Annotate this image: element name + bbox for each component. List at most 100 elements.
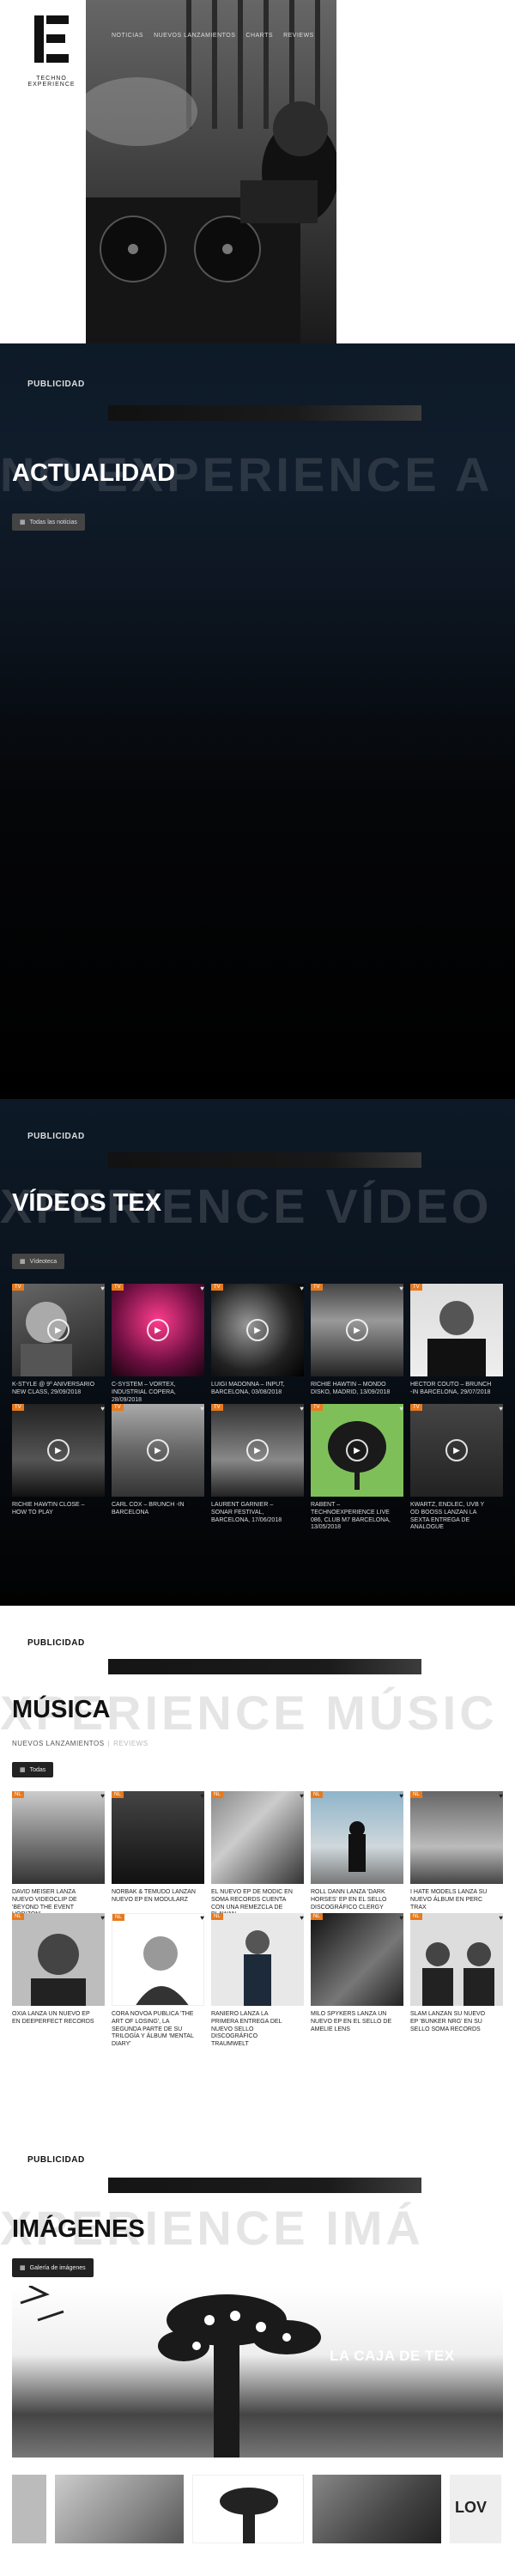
heart-icon[interactable]: ♥: [300, 1405, 304, 1413]
video-caption[interactable]: KWARTZ, ENDLEC, UVB Y OD BOOSS LANZAN LA…: [410, 1502, 503, 1532]
ad-banner[interactable]: [108, 1659, 421, 1674]
play-icon[interactable]: ▶: [147, 1319, 169, 1341]
video-caption[interactable]: LAURENT GARNIER – SONAR FESTIVAL, BARCEL…: [211, 1502, 304, 1524]
heart-icon[interactable]: ♥: [300, 1914, 304, 1922]
site-logo[interactable]: TECHNO EXPERIENCE: [26, 15, 77, 93]
release-card[interactable]: NL EL NUEVO EP DE MODIC EN SOMA RECORDS C…: [211, 1791, 304, 1917]
heart-icon[interactable]: ♥: [399, 1792, 403, 1800]
image-thumb[interactable]: [192, 2475, 304, 2543]
play-icon[interactable]: ▶: [47, 1439, 70, 1461]
video-card[interactable]: TV ▶ C-SYSTEM – VORTEX, INDUSTRIAL COPER…: [112, 1284, 204, 1403]
release-caption[interactable]: I HATE MODELS LANZA SU NUEVO ÁLBUM EN PE…: [410, 1889, 503, 1911]
image-gallery-button[interactable]: ▦ Galería de imágenes: [12, 2258, 94, 2277]
play-icon[interactable]: ▶: [346, 1319, 368, 1341]
release-caption[interactable]: RANIERO LANZA LA PRIMERA ENTREGA DEL NUE…: [211, 2011, 304, 2049]
nav-item-charts[interactable]: CHARTS: [245, 33, 273, 39]
video-caption[interactable]: HECTOR COUTO – BRUNCH -IN BARCELONA, 29/…: [410, 1382, 503, 1397]
heart-icon[interactable]: ♥: [499, 1914, 503, 1922]
heart-icon[interactable]: ♥: [499, 1285, 503, 1292]
video-caption[interactable]: LUIGI MADONNA – INPUT, BARCELONA, 03/08/…: [211, 1382, 304, 1397]
play-icon[interactable]: ▶: [147, 1439, 169, 1461]
release-caption[interactable]: MILO SPYKERS LANZA UN NUEVO EP EN EL SEL…: [311, 2011, 403, 2033]
video-card[interactable]: TV ▶ RICHIE HAWTIN CLOSE – HOW TO PLAY ♥: [12, 1404, 105, 1516]
video-caption[interactable]: RICHIE HAWTIN CLOSE – HOW TO PLAY: [12, 1502, 105, 1517]
heart-icon[interactable]: ♥: [200, 1792, 204, 1800]
heart-icon[interactable]: ♥: [399, 1405, 403, 1413]
heart-icon[interactable]: ♥: [100, 1914, 105, 1922]
ad-label: PUBLICIDAD: [27, 380, 85, 389]
release-card[interactable]: NL ROLL DANN LANZA 'DARK HORSES' EP EN EL…: [311, 1791, 403, 1911]
tab-reviews[interactable]: REVIEWS: [113, 1740, 148, 1747]
release-thumbnail: [31, 1934, 86, 2006]
video-caption[interactable]: RICHIE HAWTIN – MONDO DISKO, MADRID, 13/…: [311, 1382, 403, 1397]
video-caption[interactable]: C-SYSTEM – VORTEX, INDUSTRIAL COPERA, 28…: [112, 1382, 204, 1404]
video-card[interactable]: TV ▶ RABENT – TECHNOEXPERIENCE LIVE 086,…: [311, 1404, 403, 1530]
news-section: PUBLICIDAD NO EXPERIENCE A ACTUALIDAD ▦ …: [0, 343, 515, 1099]
release-card[interactable]: NL NORBAK & TEMUDO LANZAN NUEVO EP EN MOD…: [112, 1791, 204, 1903]
play-icon[interactable]: ▶: [445, 1439, 468, 1461]
logo-text: TECHNO EXPERIENCE: [27, 76, 76, 88]
release-caption[interactable]: OXIA LANZA UN NUEVO EP EN DEEPERFECT REC…: [12, 2011, 105, 2026]
play-icon[interactable]: ▶: [346, 1439, 368, 1461]
release-caption[interactable]: CORA NOVOA PUBLICA 'THE ART OF LOSING', …: [112, 2011, 204, 2049]
ad-banner[interactable]: [108, 405, 421, 421]
logo-mark-icon: [34, 15, 69, 63]
music-section: PUBLICIDAD XPERIENCE MÚSIC MÚSICA NUEVOS…: [0, 1606, 515, 2138]
release-card[interactable]: NL SLAM LANZAN SU NUEVO EP 'BUNKER NRG' E…: [410, 1913, 503, 2032]
video-thumbnail: [427, 1301, 486, 1376]
release-card[interactable]: NL OXIA LANZA UN NUEVO EP EN DEEPERFECT R…: [12, 1913, 105, 2025]
nav-item-reviews[interactable]: REVIEWS: [283, 33, 314, 39]
video-caption[interactable]: K-STYLE @ 9º ANIVERSARIO NEW CLASS, 29/0…: [12, 1382, 105, 1397]
video-card[interactable]: TV ▶ CARL COX – BRUNCH -IN BARCELONA ♥: [112, 1404, 204, 1516]
heart-icon[interactable]: ♥: [100, 1792, 105, 1800]
play-icon[interactable]: ▶: [47, 1319, 70, 1341]
release-card[interactable]: NL DAVID MEISER LANZA NUEVO VIDEOCLIP DE …: [12, 1791, 105, 1917]
tab-nuevos-lanzamientos[interactable]: NUEVOS LANZAMIENTOS: [12, 1740, 105, 1747]
play-icon[interactable]: ▶: [246, 1319, 269, 1341]
ad-banner[interactable]: [108, 1152, 421, 1168]
release-card[interactable]: NL I HATE MODELS LANZA SU NUEVO ÁLBUM EN …: [410, 1791, 503, 1911]
heart-icon[interactable]: ♥: [200, 1405, 204, 1413]
heart-icon[interactable]: ♥: [200, 1914, 204, 1922]
nav-item-noticias[interactable]: NOTICIAS: [112, 33, 143, 39]
release-card[interactable]: NL RANIERO LANZA LA PRIMERA ENTREGA DEL N…: [211, 1913, 304, 2047]
image-thumb[interactable]: [312, 2475, 441, 2543]
hero-image: [86, 0, 336, 343]
release-caption[interactable]: ROLL DANN LANZA 'DARK HORSES' EP EN EL S…: [311, 1889, 403, 1911]
heart-icon[interactable]: ♥: [100, 1285, 105, 1292]
video-card[interactable]: TV ▶ LUIGI MADONNA – INPUT, BARCELONA, 0…: [211, 1284, 304, 1395]
release-caption[interactable]: NORBAK & TEMUDO LANZAN NUEVO EP EN MODUL…: [112, 1889, 204, 1905]
play-icon[interactable]: ▶: [246, 1439, 269, 1461]
featured-image[interactable]: LA CAJA DE TEX: [12, 2286, 503, 2458]
video-card[interactable]: TV ▶ RICHIE HAWTIN – MONDO DISKO, MADRID…: [311, 1284, 403, 1395]
videoteca-button[interactable]: ▦ Vídeoteca: [12, 1254, 65, 1269]
heart-icon[interactable]: ♥: [499, 1792, 503, 1800]
image-thumb[interactable]: [55, 2475, 184, 2543]
nav-item-nuevos-lanzamientos[interactable]: NUEVOS LANZAMIENTOS: [154, 33, 235, 39]
heart-icon[interactable]: ♥: [300, 1792, 304, 1800]
heart-icon[interactable]: ♥: [300, 1285, 304, 1292]
release-card[interactable]: NL MILO SPYKERS LANZA UN NUEVO EP EN EL S…: [311, 1913, 403, 2032]
ad-banner[interactable]: [108, 2178, 421, 2193]
music-tabs: NUEVOS LANZAMIENTOS | REVIEWS: [12, 1740, 148, 1747]
video-caption[interactable]: CARL COX – BRUNCH -IN BARCELONA: [112, 1502, 204, 1517]
release-card[interactable]: NL CORA NOVOA PUBLICA 'THE ART OF LOSING'…: [112, 1913, 204, 2047]
all-music-button[interactable]: ▦ Todas: [12, 1762, 54, 1777]
image-thumb[interactable]: LOV: [450, 2475, 501, 2543]
image-thumb[interactable]: [12, 2475, 46, 2543]
heart-icon[interactable]: ♥: [100, 1405, 105, 1413]
video-card[interactable]: TV ▶ K-STYLE @ 9º ANIVERSARIO NEW CLASS,…: [12, 1284, 105, 1395]
featured-caption[interactable]: LA CAJA DE TEX: [330, 2348, 455, 2365]
video-card[interactable]: TV ▶ KWARTZ, ENDLEC, UVB Y OD BOOSS LANZ…: [410, 1404, 503, 1530]
heart-icon[interactable]: ♥: [399, 1914, 403, 1922]
release-caption[interactable]: SLAM LANZAN SU NUEVO EP 'BUNKER NRG' EN …: [410, 2011, 503, 2033]
heart-icon[interactable]: ♥: [399, 1285, 403, 1292]
heart-icon[interactable]: ♥: [499, 1405, 503, 1413]
news-title: ACTUALIDAD: [12, 459, 176, 487]
all-news-button[interactable]: ▦ Todas las noticias: [12, 513, 85, 531]
grid-icon: ▦: [20, 1767, 26, 1773]
heart-icon[interactable]: ♥: [200, 1285, 204, 1292]
video-card[interactable]: TV HECTOR COUTO – BRUNCH -IN BARCELONA, …: [410, 1284, 503, 1395]
video-caption[interactable]: RABENT – TECHNOEXPERIENCE LIVE 086, CLUB…: [311, 1502, 403, 1532]
video-card[interactable]: TV ▶ LAURENT GARNIER – SONAR FESTIVAL, B…: [211, 1404, 304, 1523]
